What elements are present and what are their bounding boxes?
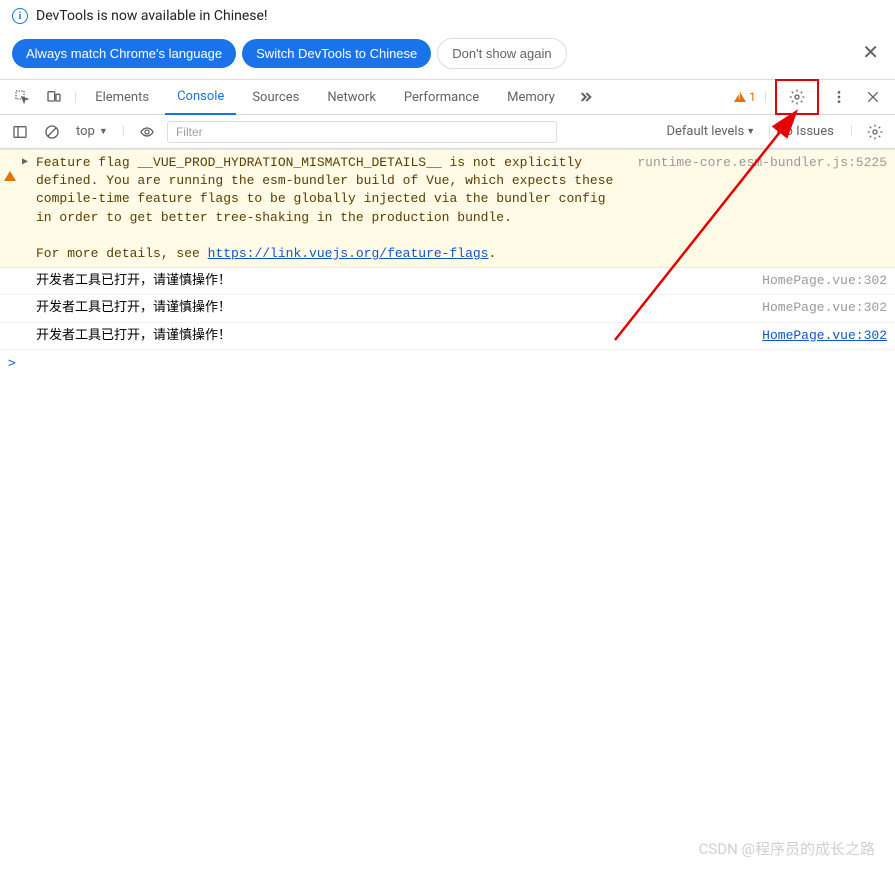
log-levels-selector[interactable]: Default levels ▼	[660, 124, 761, 139]
tab-memory[interactable]: Memory	[495, 79, 567, 115]
tab-bar-right: 1 |	[734, 79, 887, 115]
warning-source[interactable]: runtime-core.esm-bundler.js:5225	[627, 154, 887, 263]
more-tabs-icon[interactable]	[571, 83, 599, 111]
toggle-sidebar-icon[interactable]	[8, 120, 32, 144]
inspect-element-icon[interactable]	[8, 83, 36, 111]
log-message: 开发者工具已打开，请谨慎操作！	[36, 272, 752, 290]
tab-network[interactable]: Network	[315, 79, 388, 115]
expand-toggle[interactable]: ▶	[22, 154, 36, 263]
console-log-row: 开发者工具已打开，请谨慎操作！ HomePage.vue:302	[0, 295, 895, 322]
device-toggle-icon[interactable]	[40, 83, 68, 111]
warning-message: Feature flag __VUE_PROD_HYDRATION_MISMAT…	[36, 154, 627, 263]
kebab-menu-icon[interactable]	[825, 83, 853, 111]
warning-triangle-icon	[4, 156, 16, 181]
issues-label: No Issues	[769, 124, 840, 139]
devtools-tab-bar: | Elements Console Sources Network Perfo…	[0, 79, 895, 115]
gear-icon[interactable]	[783, 83, 811, 111]
tab-console[interactable]: Console	[165, 79, 236, 115]
console-log-row: 开发者工具已打开，请谨慎操作！ HomePage.vue:302	[0, 323, 895, 350]
console-body: ▶ Feature flag __VUE_PROD_HYDRATION_MISM…	[0, 149, 895, 377]
log-source-link[interactable]: HomePage.vue:302	[752, 327, 887, 345]
info-text: DevTools is now available in Chinese!	[36, 8, 268, 24]
context-selector[interactable]: top ▼	[72, 124, 112, 139]
console-prompt[interactable]: >	[0, 350, 895, 377]
divider: |	[764, 90, 767, 105]
tab-performance[interactable]: Performance	[392, 79, 491, 115]
always-match-button[interactable]: Always match Chrome's language	[12, 39, 236, 68]
warning-text: Feature flag __VUE_PROD_HYDRATION_MISMAT…	[36, 155, 613, 225]
close-info-button[interactable]: ✕	[858, 36, 883, 68]
log-message: 开发者工具已打开，请谨慎操作！	[36, 327, 752, 345]
console-settings-icon[interactable]	[863, 120, 887, 144]
context-label: top	[76, 124, 95, 139]
warning-count: 1	[749, 90, 756, 104]
chevron-down-icon: ▼	[99, 126, 108, 137]
console-toolbar: top ▼ | Default levels ▼ No Issues |	[0, 115, 895, 149]
filter-input[interactable]	[167, 121, 557, 143]
warning-badge[interactable]: 1	[734, 90, 756, 104]
console-warning-row: ▶ Feature flag __VUE_PROD_HYDRATION_MISM…	[0, 149, 895, 268]
info-bar: i DevTools is now available in Chinese!	[0, 0, 895, 32]
levels-label: Default levels	[666, 124, 744, 139]
tab-elements[interactable]: Elements	[83, 79, 161, 115]
divider: |	[850, 124, 853, 139]
watermark: CSDN @程序员的成长之路	[699, 838, 875, 859]
info-icon: i	[12, 8, 28, 24]
warning-icon-col	[4, 154, 22, 263]
live-expression-icon[interactable]	[135, 120, 159, 144]
clear-console-icon[interactable]	[40, 120, 64, 144]
log-source[interactable]: HomePage.vue:302	[752, 299, 887, 317]
chevron-down-icon: ▼	[746, 126, 755, 137]
divider: |	[74, 90, 77, 105]
close-devtools-icon[interactable]	[859, 83, 887, 111]
warning-more-text: For more details, see	[36, 246, 208, 261]
warning-triangle-icon	[734, 92, 746, 102]
settings-highlight-box	[775, 79, 819, 115]
switch-devtools-button[interactable]: Switch DevTools to Chinese	[242, 39, 431, 68]
console-log-row: 开发者工具已打开，请谨慎操作！ HomePage.vue:302	[0, 268, 895, 295]
log-source[interactable]: HomePage.vue:302	[752, 272, 887, 290]
warning-link[interactable]: https://link.vuejs.org/feature-flags	[208, 246, 489, 261]
log-message: 开发者工具已打开，请谨慎操作！	[36, 299, 752, 317]
divider: |	[122, 124, 125, 139]
language-button-row: Always match Chrome's language Switch De…	[0, 32, 895, 79]
dont-show-again-button[interactable]: Don't show again	[437, 38, 566, 69]
tab-sources[interactable]: Sources	[240, 79, 311, 115]
